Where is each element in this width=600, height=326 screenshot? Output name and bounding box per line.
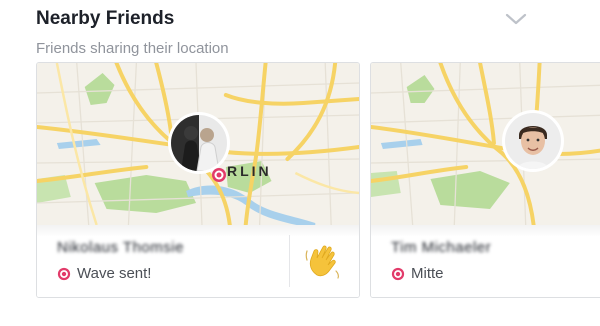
friend-info[interactable]: Tim Michaeler Mitte [371,225,600,297]
status-text: Wave sent! [77,265,152,282]
friend-info[interactable]: Nikolaus Thomsie Wave sent! [37,225,359,297]
friends-carousel[interactable]: RLIN Nikolaus Thomsie Wave sent! Tim Mic… [0,62,600,302]
status-text: Mitte [411,265,444,282]
waving-hand-icon[interactable] [303,241,343,281]
chevron-down-icon[interactable] [502,10,530,28]
friend-card[interactable]: Tim Michaeler Mitte [370,62,600,298]
nearby-friends-header: Nearby Friends Friends sharing their loc… [36,6,600,57]
friend-status: Wave sent! [57,265,151,282]
location-pin-icon [212,168,226,182]
location-pin-icon [57,267,71,280]
divider [289,235,290,287]
friend-name: Nikolaus Thomsie [57,239,184,256]
map-city-label: RLIN [227,163,272,179]
friend-card[interactable]: RLIN Nikolaus Thomsie Wave sent! [36,62,360,298]
friend-avatar[interactable] [505,113,561,169]
friend-avatar[interactable] [171,115,227,171]
section-title: Nearby Friends [36,8,175,29]
friend-location-map[interactable] [371,63,600,225]
friend-name: Tim Michaeler [391,239,492,256]
location-pin-icon [391,267,405,280]
section-subtitle: Friends sharing their location [36,40,229,57]
friend-status: Mitte [391,265,444,282]
